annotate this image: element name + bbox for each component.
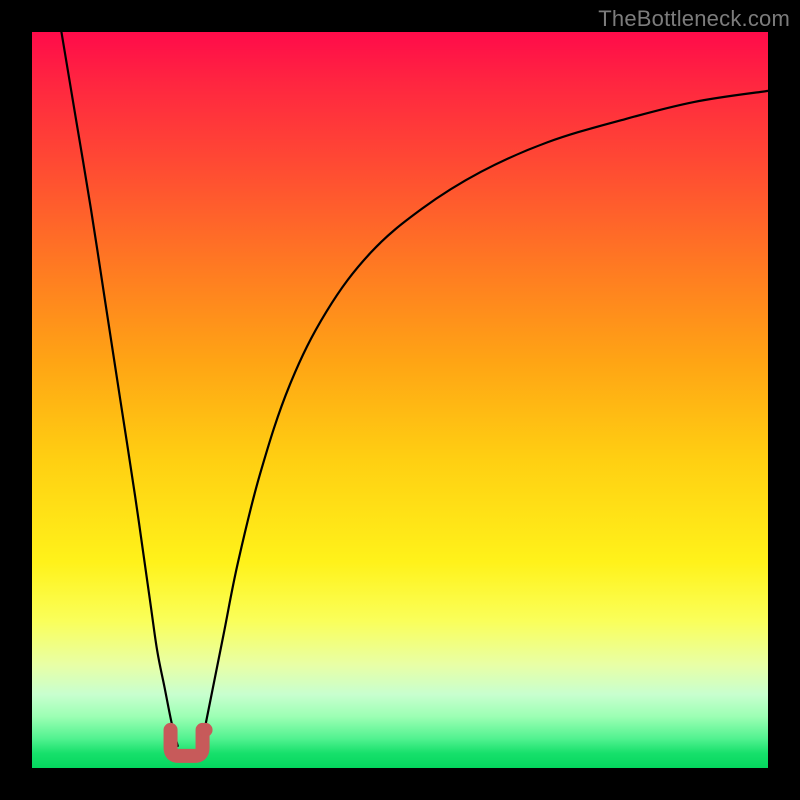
curve-left-branch xyxy=(61,32,177,746)
chart-frame: TheBottleneck.com xyxy=(0,0,800,800)
min-marker-dot xyxy=(199,723,213,737)
watermark-text: TheBottleneck.com xyxy=(598,6,790,32)
min-marker-u xyxy=(171,730,203,756)
curve-right-branch xyxy=(201,91,768,746)
curve-layer xyxy=(32,32,768,768)
plot-area xyxy=(32,32,768,768)
